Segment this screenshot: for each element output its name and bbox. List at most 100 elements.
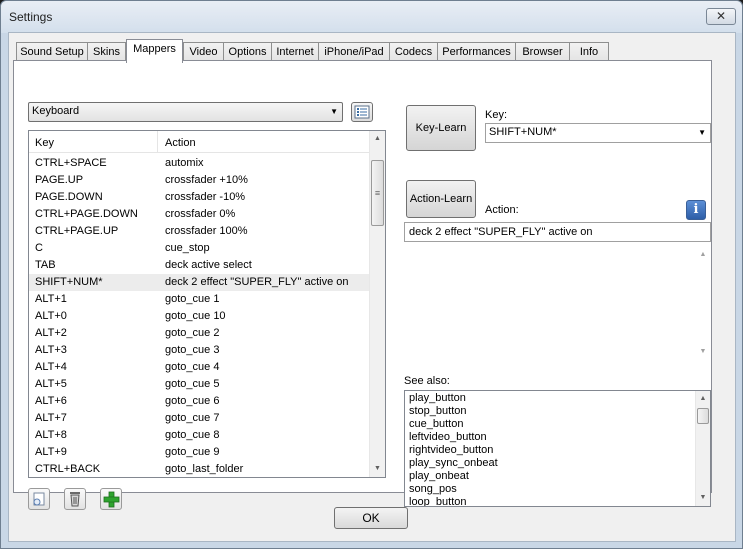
- table-row[interactable]: ALT+1 goto_cue 1: [29, 291, 369, 308]
- list-item[interactable]: leftvideo_button: [405, 431, 695, 444]
- tab-label: Mappers: [133, 43, 176, 55]
- tab-browser[interactable]: Browser: [515, 42, 570, 62]
- row-key: ALT+5: [35, 378, 67, 390]
- device-select[interactable]: Keyboard ▼: [28, 102, 343, 122]
- settings-window: Settings ✕ Sound Setup Skins Mappers Vid…: [0, 0, 743, 549]
- row-key: ALT+9: [35, 446, 67, 458]
- table-row[interactable]: CTRL+PAGE.DOWN crossfader 0%: [29, 206, 369, 223]
- tab-label: Video: [189, 46, 218, 58]
- table-row[interactable]: ALT+3 goto_cue 3: [29, 342, 369, 359]
- tab-internet[interactable]: Internet: [271, 42, 319, 62]
- list-item[interactable]: play_onbeat: [405, 470, 695, 483]
- table-row[interactable]: ALT+4 goto_cue 4: [29, 359, 369, 376]
- new-mapping-icon: [33, 492, 45, 506]
- action-detail-scrollbar[interactable]: ▲ ▼: [696, 247, 710, 360]
- tab-options[interactable]: Options: [223, 42, 272, 62]
- row-action: deck 2 effect "SUPER_FLY" active on: [165, 276, 349, 288]
- scroll-up-arrow-icon[interactable]: ▲: [370, 131, 385, 147]
- key-label: Key:: [485, 109, 508, 121]
- table-row[interactable]: CTRL+SPACE automix: [29, 155, 369, 172]
- list-item[interactable]: loop_button: [405, 496, 695, 506]
- scroll-up-arrow-icon[interactable]: ▲: [696, 391, 710, 407]
- see-also-list[interactable]: play_button stop_button cue_button leftv…: [404, 390, 711, 507]
- key-learn-button[interactable]: Key-Learn: [406, 105, 476, 151]
- list-item[interactable]: stop_button: [405, 405, 695, 418]
- tab-mappers[interactable]: Mappers: [126, 39, 183, 63]
- ok-button[interactable]: OK: [334, 507, 408, 529]
- scroll-down-arrow-icon[interactable]: ▼: [696, 490, 710, 506]
- table-row[interactable]: TAB deck active select: [29, 257, 369, 274]
- tab-iphone-ipad[interactable]: iPhone/iPad: [318, 42, 390, 62]
- tab-info[interactable]: Info: [569, 42, 609, 62]
- list-item[interactable]: play_sync_onbeat: [405, 457, 695, 470]
- tab-performances[interactable]: Performances: [437, 42, 516, 62]
- action-learn-button[interactable]: Action-Learn: [406, 180, 476, 218]
- tab-codecs[interactable]: Codecs: [389, 42, 438, 62]
- column-header-action[interactable]: Action: [165, 137, 196, 149]
- table-row[interactable]: PAGE.UP crossfader +10%: [29, 172, 369, 189]
- table-row-selected[interactable]: SHIFT+NUM* deck 2 effect "SUPER_FLY" acti…: [29, 274, 369, 291]
- mappers-panel: Keyboard ▼ Key Action CTRL+SPACE automix…: [13, 60, 712, 510]
- scroll-up-arrow-icon[interactable]: ▲: [696, 247, 710, 263]
- row-key: ALT+8: [35, 429, 67, 441]
- tab-video[interactable]: Video: [183, 42, 224, 62]
- tab-label: Sound Setup: [20, 46, 84, 58]
- tab-label: Skins: [93, 46, 120, 58]
- key-select[interactable]: SHIFT+NUM* ▼: [485, 123, 711, 143]
- table-row[interactable]: ALT+6 goto_cue 6: [29, 393, 369, 410]
- info-icon[interactable]: i: [686, 200, 706, 220]
- row-action: automix: [165, 157, 204, 169]
- mapping-list[interactable]: Key Action CTRL+SPACE automix PAGE.UP cros…: [28, 130, 386, 478]
- scroll-down-arrow-icon[interactable]: ▼: [696, 344, 710, 360]
- scroll-thumb[interactable]: ≡: [371, 160, 384, 226]
- chevron-down-icon: ▼: [698, 128, 706, 137]
- tab-label: iPhone/iPad: [324, 46, 384, 58]
- window-title: Settings: [9, 10, 53, 24]
- row-action: goto_cue 5: [165, 378, 220, 390]
- row-action: crossfader 100%: [165, 225, 248, 237]
- scroll-thumb[interactable]: [697, 408, 709, 424]
- row-action: crossfader -10%: [165, 191, 246, 203]
- see-also-scrollbar[interactable]: ▲ ▼: [695, 391, 710, 506]
- table-row[interactable]: PAGE.DOWN crossfader -10%: [29, 189, 369, 206]
- see-also-items: play_button stop_button cue_button leftv…: [405, 392, 695, 506]
- list-item[interactable]: play_button: [405, 392, 695, 405]
- row-key: ALT+7: [35, 412, 67, 424]
- row-action: goto_cue 3: [165, 344, 220, 356]
- table-row[interactable]: ALT+5 goto_cue 5: [29, 376, 369, 393]
- row-action: goto_cue 4: [165, 361, 220, 373]
- key-select-value: SHIFT+NUM*: [489, 126, 557, 138]
- list-view-button[interactable]: [351, 102, 373, 122]
- action-field[interactable]: deck 2 effect "SUPER_FLY" active on: [404, 222, 711, 242]
- dialog-client-area: Sound Setup Skins Mappers Video Options …: [8, 32, 736, 542]
- row-key: ALT+2: [35, 327, 67, 339]
- tab-skins[interactable]: Skins: [87, 42, 126, 62]
- mapping-list-scrollbar[interactable]: ▲ ≡ ▼: [369, 131, 385, 477]
- row-key: ALT+1: [35, 293, 67, 305]
- add-mapping-button[interactable]: [100, 488, 122, 510]
- table-row[interactable]: CTRL+PAGE.UP crossfader 100%: [29, 223, 369, 240]
- list-item[interactable]: cue_button: [405, 418, 695, 431]
- table-row[interactable]: ALT+2 goto_cue 2: [29, 325, 369, 342]
- new-mapping-button[interactable]: [28, 488, 50, 510]
- table-row[interactable]: Ccue_stop: [29, 240, 369, 257]
- row-action: goto_cue 7: [165, 412, 220, 424]
- table-row[interactable]: ALT+8 goto_cue 8: [29, 427, 369, 444]
- close-button[interactable]: ✕: [706, 8, 736, 25]
- action-label: Action:: [485, 204, 519, 216]
- plus-icon: [103, 491, 120, 508]
- table-row[interactable]: CTRL+BACK goto_last_folder: [29, 461, 369, 477]
- list-item[interactable]: rightvideo_button: [405, 444, 695, 457]
- row-action: goto_cue 9: [165, 446, 220, 458]
- delete-mapping-button[interactable]: [64, 488, 86, 510]
- table-row[interactable]: ALT+9 goto_cue 9: [29, 444, 369, 461]
- table-row[interactable]: ALT+7 goto_cue 7: [29, 410, 369, 427]
- tab-sound-setup[interactable]: Sound Setup: [16, 42, 88, 62]
- column-header-key[interactable]: Key: [35, 137, 54, 149]
- scroll-down-arrow-icon[interactable]: ▼: [370, 461, 385, 477]
- tab-label: Info: [579, 46, 599, 58]
- list-item[interactable]: song_pos: [405, 483, 695, 496]
- row-key: CTRL+PAGE.DOWN: [35, 208, 138, 220]
- table-row[interactable]: ALT+0 goto_cue 10: [29, 308, 369, 325]
- title-bar[interactable]: Settings ✕: [1, 1, 742, 33]
